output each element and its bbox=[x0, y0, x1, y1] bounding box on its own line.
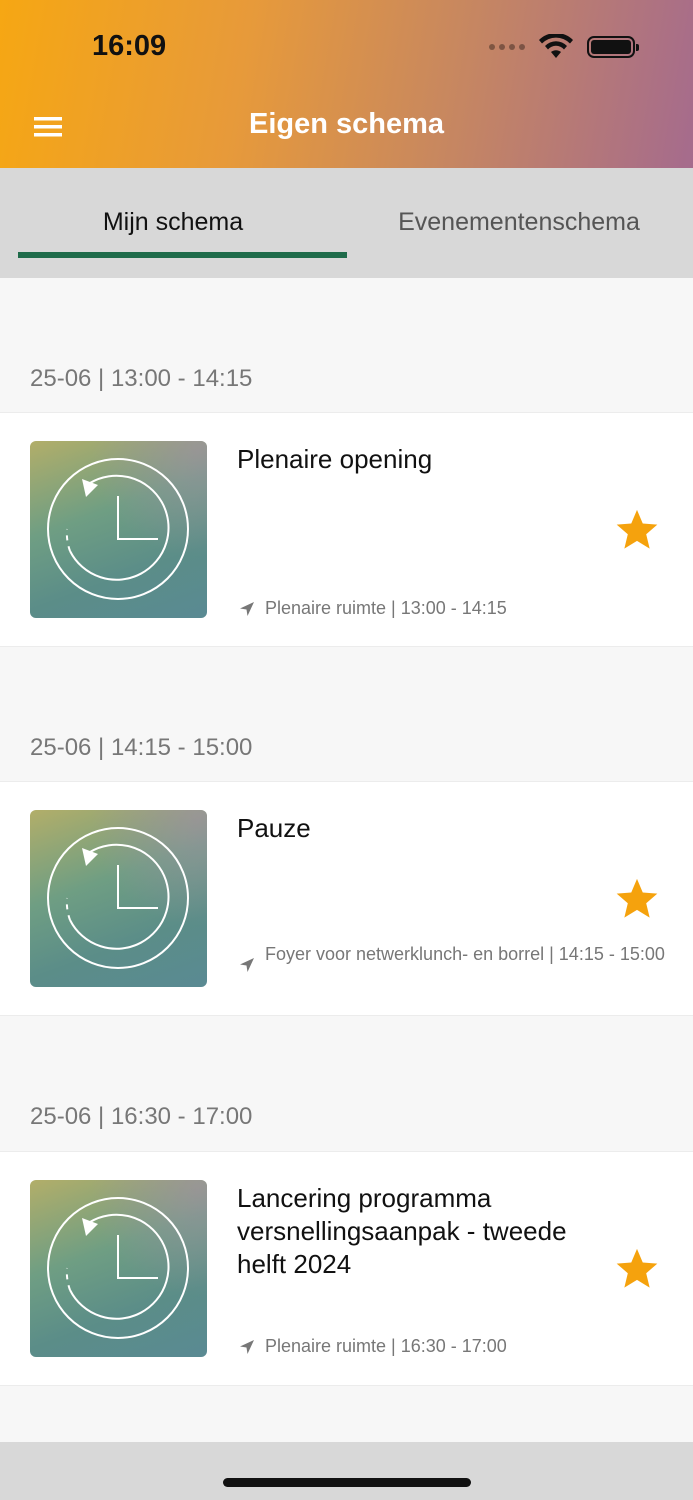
clock-history-icon bbox=[47, 827, 189, 969]
session-title: Lancering programma versnellingsaanpak -… bbox=[237, 1183, 567, 1279]
timeslot-header: 25-06 | 16:30 - 17:00 bbox=[30, 1103, 253, 1130]
session-location: Plenaire ruimte | 16:30 - 17:00 bbox=[265, 1336, 507, 1356]
location-arrow-icon bbox=[240, 1340, 254, 1354]
tab-mijn-schema[interactable]: Mijn schema bbox=[0, 168, 346, 278]
clock-history-icon bbox=[47, 458, 189, 600]
session-location-row: Foyer voor netwerklunch- en borrel | 14:… bbox=[237, 943, 667, 975]
favorite-star-icon[interactable] bbox=[614, 507, 660, 553]
session-card[interactable]: Pauze Foyer voor netwerklunch- en borrel… bbox=[0, 781, 693, 1016]
session-location-row: Plenaire ruimte | 16:30 - 17:00 bbox=[237, 1335, 667, 1357]
app-header: 16:09 Eigen schema bbox=[0, 0, 693, 168]
favorite-star-icon[interactable] bbox=[614, 876, 660, 922]
session-location: Foyer voor netwerklunch- en borrel | 14:… bbox=[265, 944, 665, 964]
cellular-signal-icon bbox=[489, 44, 525, 50]
location-arrow-icon bbox=[240, 958, 254, 972]
page-title: Eigen schema bbox=[248, 108, 445, 140]
session-thumbnail bbox=[30, 810, 207, 987]
location-arrow-icon bbox=[240, 602, 254, 616]
favorite-star-icon[interactable] bbox=[614, 1246, 660, 1292]
tab-bar: Mijn schema Evenementenschema bbox=[0, 168, 693, 278]
battery-icon bbox=[587, 36, 639, 58]
session-thumbnail bbox=[30, 1180, 207, 1357]
bottom-bar bbox=[0, 1442, 693, 1500]
home-indicator[interactable] bbox=[223, 1478, 471, 1487]
session-title: Plenaire opening bbox=[237, 444, 433, 474]
session-thumbnail bbox=[30, 441, 207, 618]
session-card[interactable]: Plenaire opening Plenaire ruimte | 13:00… bbox=[0, 412, 693, 647]
status-time: 16:09 bbox=[92, 30, 167, 62]
session-location-row: Plenaire ruimte | 13:00 - 14:15 bbox=[237, 597, 667, 619]
session-card[interactable]: Lancering programma versnellingsaanpak -… bbox=[0, 1151, 693, 1386]
tab-evenementenschema[interactable]: Evenementenschema bbox=[346, 168, 692, 278]
status-icons bbox=[489, 34, 639, 60]
session-location: Plenaire ruimte | 13:00 - 14:15 bbox=[265, 598, 507, 618]
active-tab-indicator bbox=[18, 252, 347, 258]
wifi-icon bbox=[539, 34, 573, 58]
clock-history-icon bbox=[47, 1197, 189, 1339]
session-title: Pauze bbox=[237, 813, 311, 843]
timeslot-header: 25-06 | 14:15 - 15:00 bbox=[30, 734, 253, 761]
timeslot-header: 25-06 | 13:00 - 14:15 bbox=[30, 365, 253, 392]
